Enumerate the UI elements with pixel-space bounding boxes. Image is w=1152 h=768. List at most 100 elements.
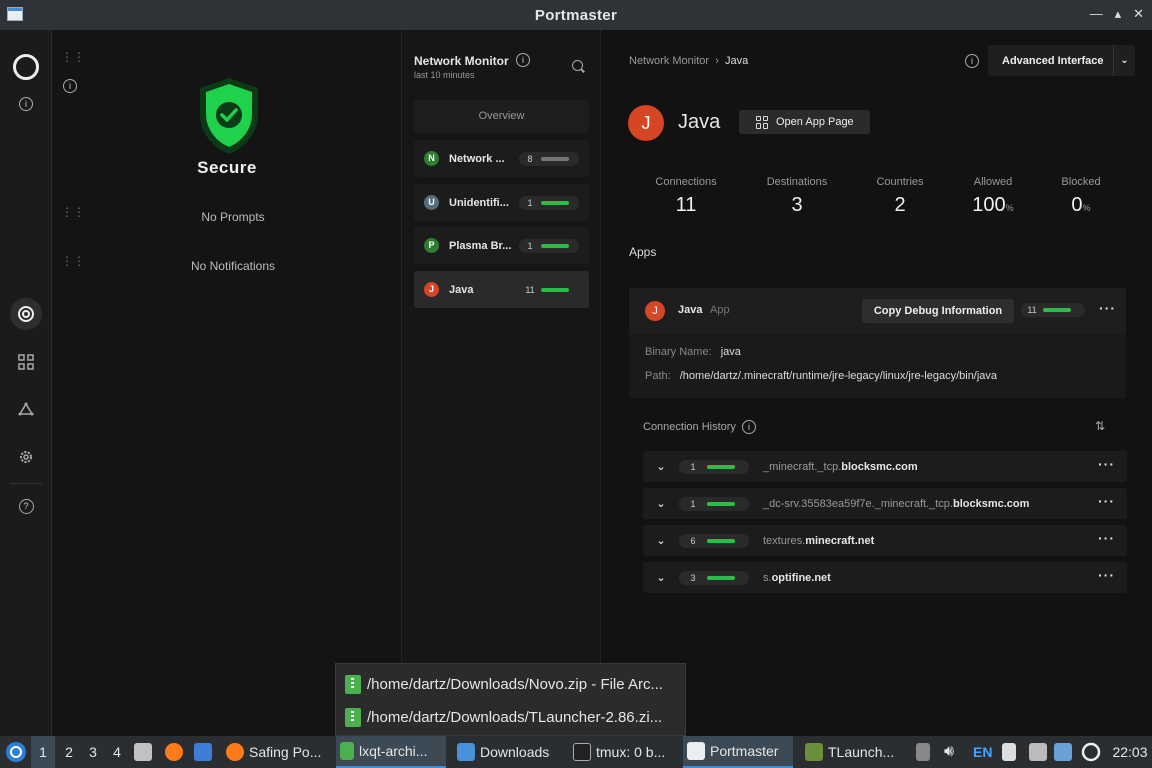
drag-handle-icon[interactable]: ⋮⋮ xyxy=(61,51,85,63)
breadcrumb-root[interactable]: Network Monitor xyxy=(629,55,709,67)
search-icon[interactable] xyxy=(572,60,583,71)
connection-count-pill: 1 xyxy=(519,238,579,253)
portmaster-tray-icon[interactable] xyxy=(1081,736,1101,768)
stat-label: Allowed xyxy=(973,176,1013,188)
task-safing-portmaster[interactable]: Safing Po... xyxy=(222,736,332,768)
more-options-icon[interactable]: ··· xyxy=(1098,530,1115,546)
overview-button[interactable]: Overview xyxy=(414,100,589,133)
open-app-page-button[interactable]: Open App Page xyxy=(739,110,870,134)
connection-row[interactable]: ⌄ 1 _minecraft._tcp.blocksmc.com ··· xyxy=(643,451,1127,482)
files-launcher-icon[interactable] xyxy=(134,736,157,768)
path-row: Path: /home/dartz/.minecraft/runtime/jre… xyxy=(645,370,997,382)
network-monitor-info-icon[interactable]: i xyxy=(516,53,530,67)
connection-count-pill: 8 xyxy=(519,151,579,166)
info-icon[interactable]: i xyxy=(14,92,38,116)
task-tmux[interactable]: tmux: 0 b... xyxy=(569,736,679,768)
chevron-down-icon[interactable]: ⌄ xyxy=(643,534,679,547)
workspace-1[interactable]: 1 xyxy=(31,736,55,768)
desktop-launcher-icon[interactable] xyxy=(194,736,217,768)
activity-bar xyxy=(707,575,735,580)
task-lxqt-archiver[interactable]: lxqt-archi... xyxy=(336,736,446,768)
lubuntu-logo-icon xyxy=(6,742,26,762)
task-downloads[interactable]: Downloads xyxy=(453,736,563,768)
window-titlebar[interactable]: Portmaster — ▴ ✕ xyxy=(0,0,1152,30)
volume-icon[interactable]: 🔊︎ xyxy=(944,736,954,768)
more-options-icon[interactable]: ··· xyxy=(1098,567,1115,583)
info-circle-icon: i xyxy=(19,97,33,111)
maximize-button[interactable]: ▴ xyxy=(1115,6,1122,22)
popup-window-item[interactable]: /home/dartz/Downloads/TLauncher-2.86.zi.… xyxy=(345,704,685,730)
connection-count: 11 xyxy=(1027,305,1037,315)
close-button[interactable]: ✕ xyxy=(1133,6,1144,22)
more-options-icon[interactable]: ··· xyxy=(1099,300,1116,316)
history-info-icon[interactable]: i xyxy=(741,420,756,434)
sort-icon[interactable]: ⇅ xyxy=(1095,419,1105,433)
workspace-2[interactable]: 2 xyxy=(57,736,81,768)
nav-spn-icon[interactable] xyxy=(14,398,38,422)
breadcrumb-separator-icon: › xyxy=(715,55,719,67)
workspace-4[interactable]: 4 xyxy=(105,736,129,768)
task-portmaster[interactable]: Portmaster xyxy=(683,736,793,768)
connection-domain: _minecraft._tcp.blocksmc.com xyxy=(763,461,918,473)
process-name: Java xyxy=(449,283,474,296)
process-name: Unidentifi... xyxy=(449,196,509,209)
minimize-button[interactable]: — xyxy=(1090,6,1103,22)
chevron-down-icon[interactable]: ⌄ xyxy=(1113,45,1135,76)
connection-history-label: Connection History xyxy=(643,421,736,433)
nav-help-icon[interactable]: ? xyxy=(14,494,38,518)
dashboard-info-icon[interactable]: i xyxy=(63,79,77,93)
activity-bar xyxy=(1043,308,1071,312)
process-item-java[interactable]: J Java 11 xyxy=(414,271,589,308)
chevron-down-icon[interactable]: ⌄ xyxy=(643,460,679,473)
stat-value: 11 xyxy=(675,194,697,216)
question-circle-icon: ? xyxy=(18,498,34,514)
breadcrumb: Network Monitor › Java xyxy=(629,55,748,67)
connection-count: 11 xyxy=(525,284,535,295)
domain-name: blocksmc.com xyxy=(952,497,1030,510)
process-item-plasma[interactable]: P Plasma Br... 1 xyxy=(414,227,589,264)
process-badge: U xyxy=(424,195,439,210)
advanced-interface-button[interactable]: Advanced Interface ⌄ xyxy=(988,45,1135,76)
copy-debug-information-button[interactable]: Copy Debug Information xyxy=(862,299,1014,323)
firefox-launcher-icon[interactable] xyxy=(165,736,188,768)
window-icon[interactable] xyxy=(7,7,23,21)
process-item-network[interactable]: N Network ... 8 xyxy=(414,140,589,177)
connection-row[interactable]: ⌄ 3 s.optifine.net ··· xyxy=(643,562,1127,593)
notifications-tray-icon[interactable] xyxy=(1054,736,1077,768)
notifications-empty-text: No Notifications xyxy=(190,259,276,273)
chevron-down-icon[interactable]: ⌄ xyxy=(643,571,679,584)
stat-label: Blocked xyxy=(1061,176,1101,188)
start-menu-button[interactable] xyxy=(5,736,27,768)
nav-apps-icon[interactable] xyxy=(14,350,38,374)
workspace-3[interactable]: 3 xyxy=(81,736,105,768)
archive-icon xyxy=(340,742,354,760)
stat-connections: Connections 11 xyxy=(636,176,736,217)
task-label: Portmaster xyxy=(710,743,779,759)
nav-network-monitor-icon[interactable] xyxy=(10,298,42,330)
stat-value: 3 xyxy=(791,194,803,216)
stat-destinations: Destinations 3 xyxy=(747,176,847,217)
popup-window-item[interactable]: /home/dartz/Downloads/Novo.zip - File Ar… xyxy=(345,671,685,697)
chevron-down-icon[interactable]: ⌄ xyxy=(643,497,679,510)
clock[interactable]: 22:03 xyxy=(1110,736,1150,768)
more-options-icon[interactable]: ··· xyxy=(1098,456,1115,472)
connection-row[interactable]: ⌄ 6 textures.minecraft.net ··· xyxy=(643,525,1127,556)
more-options-icon[interactable]: ··· xyxy=(1098,493,1115,509)
keyboard-layout[interactable]: EN xyxy=(973,736,992,768)
process-item-unidentified[interactable]: U Unidentifi... 1 xyxy=(414,184,589,221)
details-info-icon[interactable]: i xyxy=(965,54,979,68)
archive-icon xyxy=(345,707,361,727)
task-tlauncher[interactable]: TLaunch... xyxy=(801,736,907,768)
clipboard-icon[interactable] xyxy=(1002,736,1021,768)
activity-bar xyxy=(707,464,735,469)
network-icon[interactable] xyxy=(1029,736,1052,768)
nav-settings-gear-icon[interactable] xyxy=(14,445,38,469)
stat-label: Countries xyxy=(876,176,924,188)
task-label: TLaunch... xyxy=(828,744,895,760)
connection-row[interactable]: ⌄ 1 _dc-srv.35583ea59f7e._minecraft._tcp… xyxy=(643,488,1127,519)
process-badge: J xyxy=(424,282,439,297)
apps-heading: Apps xyxy=(629,245,657,259)
tray-updates-icon[interactable] xyxy=(916,736,935,768)
domain-prefix: textures. xyxy=(763,534,806,547)
portmaster-logo-icon[interactable] xyxy=(13,54,39,80)
